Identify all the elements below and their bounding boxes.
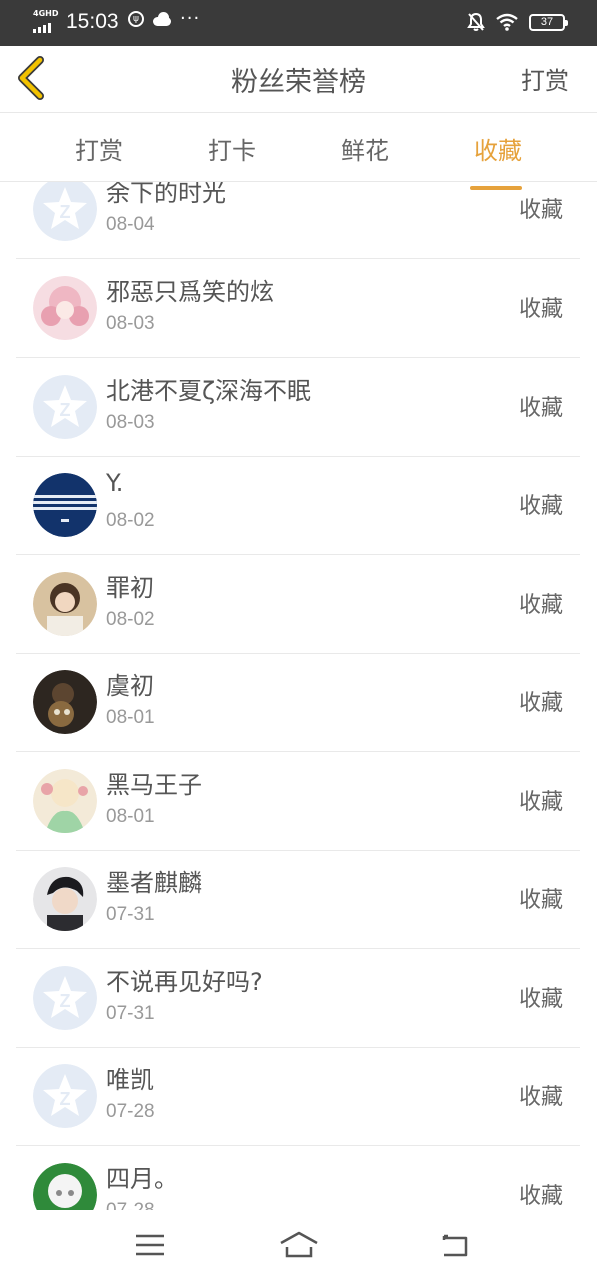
avatar: Z bbox=[33, 375, 97, 439]
cloud-icon bbox=[151, 12, 173, 26]
tab-flowers[interactable]: 鲜花 bbox=[330, 131, 400, 166]
tab-bar: 打赏 打卡 鲜花 收藏 bbox=[0, 113, 597, 190]
network-type: 4GHD bbox=[33, 9, 59, 18]
return-icon bbox=[442, 1234, 468, 1257]
user-name: 余下的时光 bbox=[106, 182, 226, 207]
white-anime-avatar-icon bbox=[33, 1163, 97, 1210]
avatar bbox=[33, 572, 97, 636]
list-item[interactable]: Z 唯凯 07-28 收藏 bbox=[16, 1047, 580, 1146]
default-star-avatar-icon: Z bbox=[33, 1064, 97, 1128]
home-icon bbox=[280, 1231, 318, 1258]
item-action-label: 收藏 bbox=[518, 1085, 563, 1110]
item-date: 08-03 bbox=[106, 412, 155, 433]
girl-photo-avatar-icon bbox=[33, 572, 97, 636]
avatar bbox=[33, 1163, 97, 1210]
avatar bbox=[33, 473, 97, 537]
tip-button[interactable]: 打赏 bbox=[521, 61, 569, 96]
user-name: 不说再见好吗? bbox=[106, 968, 263, 996]
item-date: 08-03 bbox=[106, 313, 155, 334]
avatar bbox=[33, 867, 97, 931]
list-item[interactable]: Z 余下的时光 08-04 收藏 bbox=[16, 182, 580, 259]
item-date: 07-31 bbox=[106, 904, 155, 925]
dark-photo-avatar-icon bbox=[33, 670, 97, 734]
svg-text:Z: Z bbox=[60, 1089, 71, 1109]
default-star-avatar-icon: Z bbox=[33, 966, 97, 1030]
svg-text:Z: Z bbox=[60, 202, 71, 222]
user-name: Y. bbox=[106, 469, 124, 497]
item-action-label: 收藏 bbox=[518, 297, 563, 322]
boy-photo-avatar-icon bbox=[33, 867, 97, 931]
item-action-label: 收藏 bbox=[518, 593, 563, 618]
avatar: Z bbox=[33, 966, 97, 1030]
list-item[interactable]: Y. 08-02 收藏 bbox=[16, 456, 580, 555]
list-item[interactable]: Z 不说再见好吗? 07-31 收藏 bbox=[16, 949, 580, 1048]
item-action-label: 收藏 bbox=[518, 396, 563, 421]
default-star-avatar-icon: Z bbox=[33, 182, 97, 241]
list-item[interactable]: 黑马王子 08-01 收藏 bbox=[16, 752, 580, 851]
list-item[interactable]: 虞初 08-01 收藏 bbox=[16, 653, 580, 752]
app-notification-icon: ψ bbox=[128, 11, 144, 27]
status-bar: 4GHD 15:03 ψ ··· 37 bbox=[0, 0, 597, 46]
user-name: 黑马王子 bbox=[106, 771, 202, 799]
user-name: 邪惡只爲笑的炫 bbox=[106, 278, 274, 306]
wifi-icon bbox=[496, 13, 518, 31]
svg-text:Z: Z bbox=[60, 400, 71, 420]
item-date: 08-01 bbox=[106, 707, 155, 728]
svg-text:Z: Z bbox=[60, 991, 71, 1011]
tab-favorites[interactable]: 收藏 bbox=[463, 131, 533, 190]
home-button[interactable] bbox=[278, 1228, 318, 1262]
navy-band-avatar-icon bbox=[33, 473, 97, 537]
more-notifications-icon: ··· bbox=[180, 8, 201, 29]
list-item[interactable]: 罪初 08-02 收藏 bbox=[16, 555, 580, 654]
user-name: 唯凯 bbox=[106, 1066, 154, 1094]
avatar bbox=[33, 769, 97, 833]
page-title: 粉丝荣誉榜 bbox=[231, 67, 366, 98]
user-name: 墨者麒麟 bbox=[106, 869, 202, 897]
user-name: 北港不夏ζ深海不眠 bbox=[106, 377, 312, 405]
tab-tip[interactable]: 打赏 bbox=[64, 131, 134, 166]
item-date: 07-31 bbox=[106, 1003, 155, 1024]
avatar bbox=[33, 670, 97, 734]
green-anime-avatar-icon bbox=[33, 769, 97, 833]
user-name: 四月。 bbox=[106, 1165, 178, 1193]
item-action-label: 收藏 bbox=[518, 198, 563, 223]
item-date: 08-01 bbox=[106, 806, 155, 827]
avatar bbox=[33, 276, 97, 340]
user-name: 虞初 bbox=[106, 672, 154, 700]
fan-list: Z 余下的时光 08-04 收藏 邪惡只爲笑的炫 08-03 收藏 Z 北港不夏… bbox=[16, 182, 580, 1210]
battery-indicator: 37 bbox=[529, 13, 568, 31]
system-nav-bar bbox=[0, 1210, 597, 1280]
item-action-label: 收藏 bbox=[518, 691, 563, 716]
cellular-signal-icon: 4GHD bbox=[33, 9, 59, 34]
item-date: 07-28 bbox=[106, 1200, 155, 1210]
item-action-label: 收藏 bbox=[518, 987, 563, 1012]
item-action-label: 收藏 bbox=[518, 888, 563, 913]
back-nav-button[interactable] bbox=[436, 1228, 476, 1262]
item-action-label: 收藏 bbox=[518, 790, 563, 815]
item-date: 07-28 bbox=[106, 1101, 155, 1122]
item-date: 08-04 bbox=[106, 214, 155, 235]
avatar: Z bbox=[33, 182, 97, 241]
item-date: 08-02 bbox=[106, 510, 155, 531]
list-item[interactable]: 四月。 07-28 收藏 bbox=[16, 1146, 580, 1210]
status-time: 15:03 bbox=[66, 10, 119, 33]
avatar: Z bbox=[33, 1064, 97, 1128]
list-item[interactable]: 邪惡只爲笑的炫 08-03 收藏 bbox=[16, 259, 580, 358]
mute-bell-icon bbox=[467, 12, 485, 31]
tab-checkin[interactable]: 打卡 bbox=[197, 131, 267, 166]
item-action-label: 收藏 bbox=[518, 494, 563, 519]
pink-anime-avatar-icon bbox=[33, 276, 97, 340]
list-item[interactable]: 墨者麒麟 07-31 收藏 bbox=[16, 850, 580, 949]
app-header: 粉丝荣誉榜 打赏 bbox=[0, 46, 597, 113]
item-date: 08-02 bbox=[106, 609, 155, 630]
list-item[interactable]: Z 北港不夏ζ深海不眠 08-03 收藏 bbox=[16, 358, 580, 457]
menu-button[interactable] bbox=[130, 1228, 170, 1262]
item-action-label: 收藏 bbox=[518, 1184, 563, 1209]
menu-icon bbox=[136, 1234, 164, 1256]
user-name: 罪初 bbox=[106, 574, 154, 602]
default-star-avatar-icon: Z bbox=[33, 375, 97, 439]
